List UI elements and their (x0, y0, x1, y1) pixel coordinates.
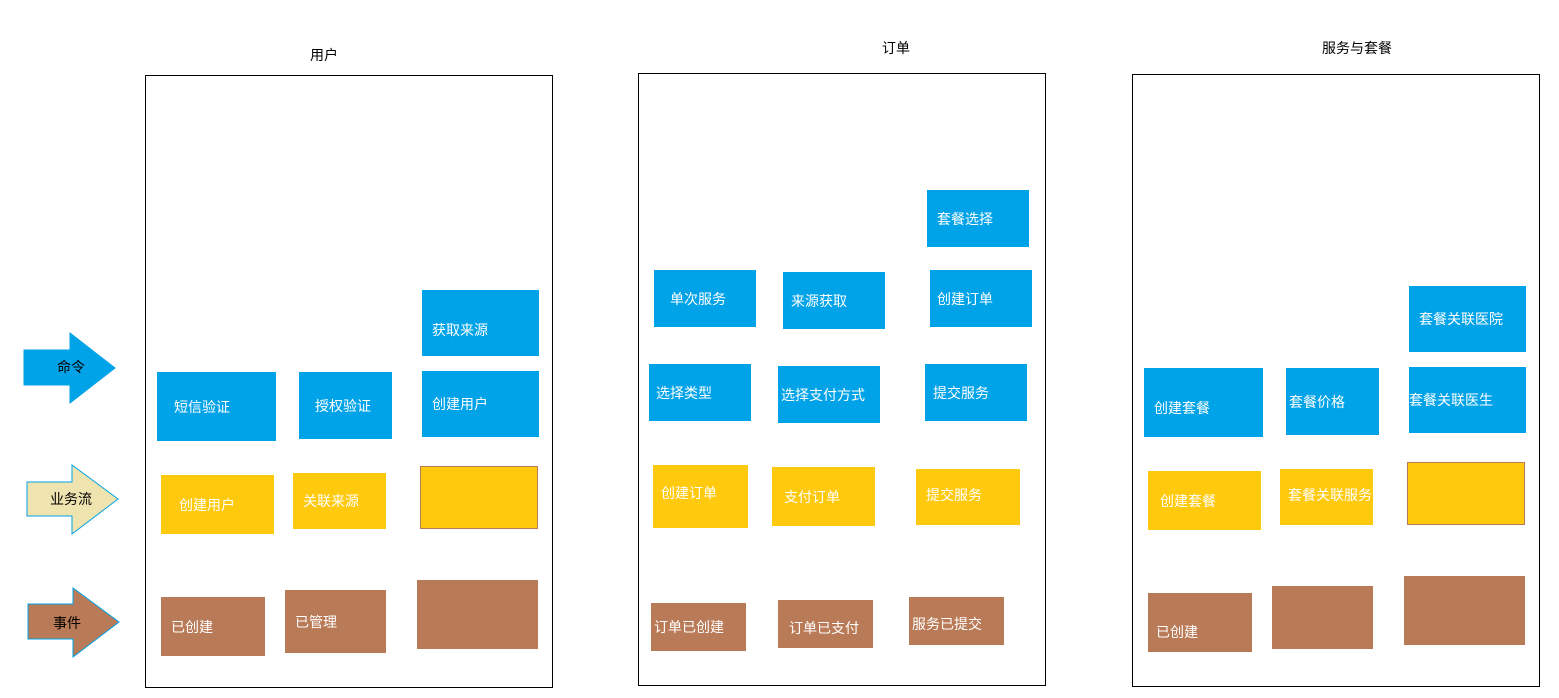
command-box[interactable]: 短信验证 (157, 372, 276, 441)
command-box[interactable]: 套餐价格 (1286, 368, 1379, 435)
event-box[interactable]: 服务已提交 (909, 597, 1004, 645)
event-box[interactable] (1404, 576, 1525, 645)
command-box[interactable]: 选择类型 (649, 364, 751, 421)
command-box[interactable]: 授权验证 (299, 372, 392, 439)
package-title: 服务与套餐 (1322, 41, 1392, 57)
flow-box[interactable]: 关联来源 (293, 473, 386, 529)
flow-box[interactable]: 提交服务 (916, 469, 1020, 525)
event-box[interactable] (1272, 586, 1373, 649)
event-box[interactable]: 订单已支付 (778, 600, 873, 648)
event-box[interactable]: 已创建 (161, 597, 265, 656)
event-box[interactable]: 已管理 (285, 590, 386, 653)
command-box[interactable]: 套餐选择 (927, 190, 1029, 247)
flow-box[interactable]: 创建套餐 (1148, 471, 1261, 530)
flow-box[interactable] (1407, 462, 1525, 525)
command-box[interactable]: 创建订单 (930, 270, 1032, 327)
command-box[interactable]: 获取来源 (422, 290, 539, 356)
flow-box[interactable] (420, 466, 538, 529)
command-box[interactable]: 创建用户 (422, 371, 539, 437)
flow-box[interactable]: 支付订单 (772, 467, 875, 526)
legend-command-label: 命令 (57, 360, 85, 376)
event-box[interactable]: 已创建 (1148, 593, 1252, 652)
user-title: 用户 (310, 48, 338, 64)
legend-flow-label: 业务流 (50, 492, 92, 508)
order-title: 订单 (882, 41, 910, 57)
command-arrow-icon (23, 331, 120, 659)
flow-box[interactable]: 创建用户 (161, 475, 274, 534)
command-box[interactable]: 提交服务 (925, 364, 1027, 421)
command-box[interactable]: 套餐关联医生 (1409, 367, 1526, 433)
event-box[interactable]: 订单已创建 (651, 603, 746, 651)
flow-box[interactable]: 创建订单 (653, 465, 748, 528)
command-box[interactable]: 选择支付方式 (778, 366, 880, 423)
event-box[interactable] (417, 580, 538, 649)
flow-box[interactable]: 套餐关联服务 (1280, 469, 1373, 525)
command-box[interactable]: 套餐关联医院 (1409, 286, 1526, 352)
legend-event-label: 事件 (53, 616, 81, 632)
command-box[interactable]: 来源获取 (783, 272, 885, 329)
command-box[interactable]: 创建套餐 (1144, 368, 1263, 437)
command-box[interactable]: 单次服务 (654, 270, 756, 327)
